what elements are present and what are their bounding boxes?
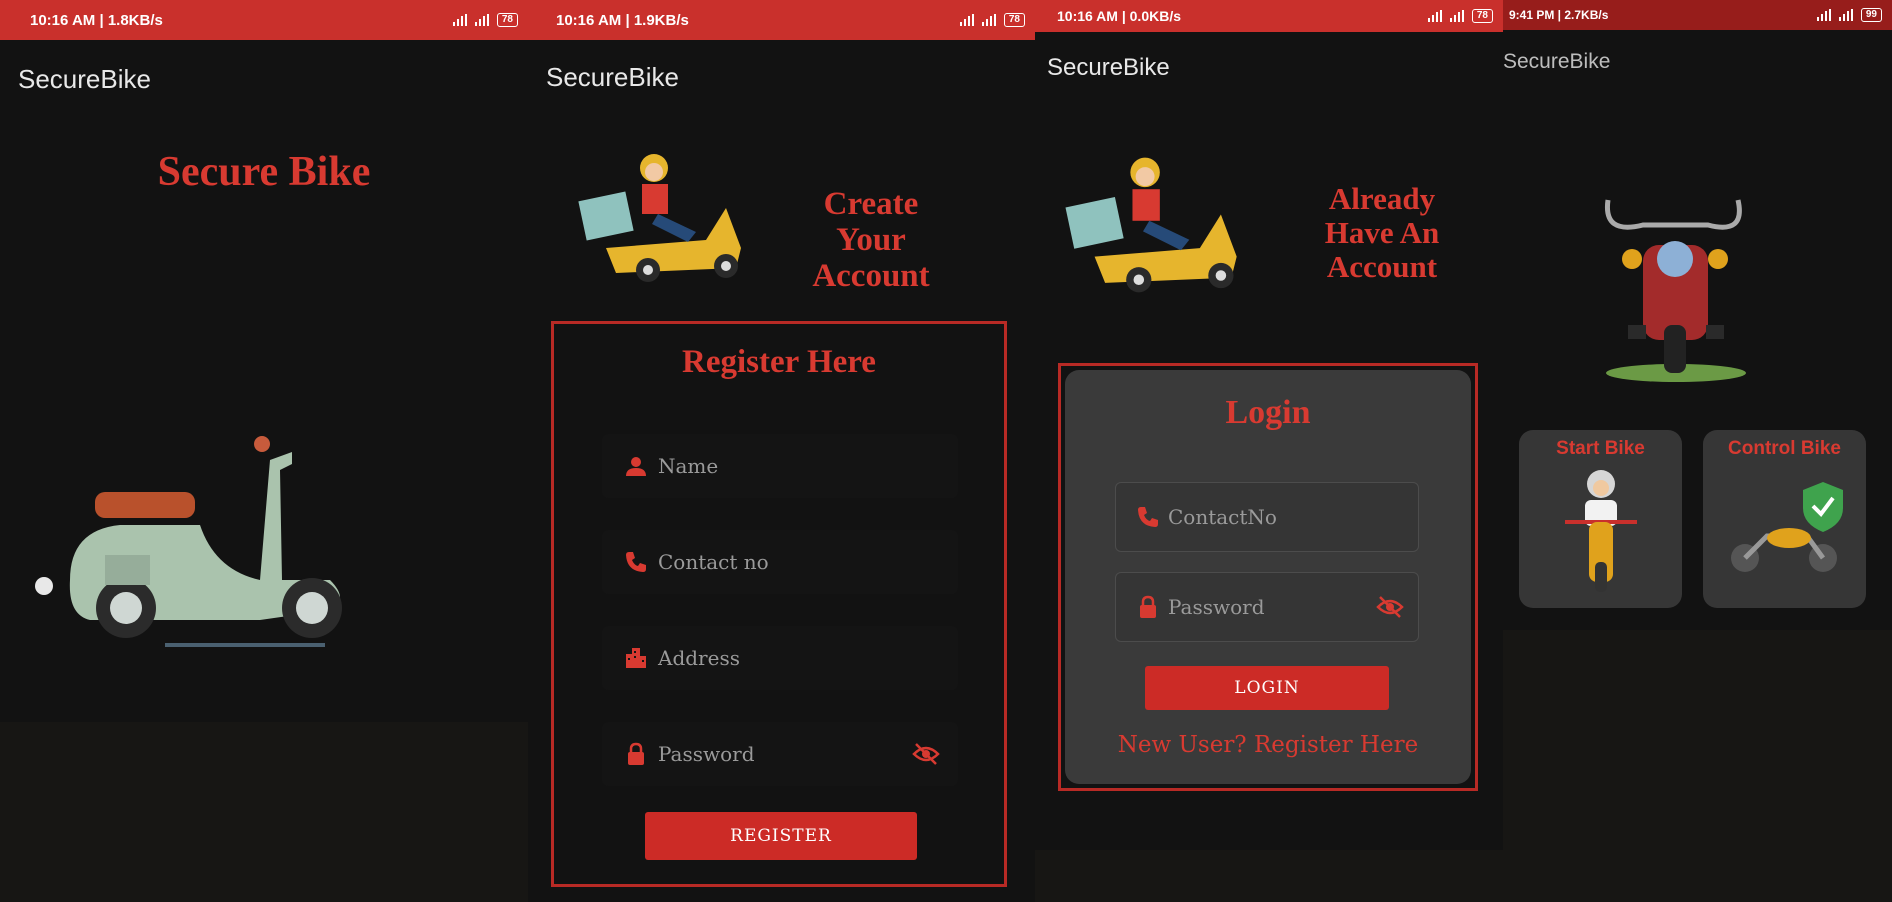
- status-bar: 10:16 AM | 1.8KB/s 78: [0, 0, 528, 40]
- login-title: Login: [1225, 394, 1311, 431]
- app-title: SecureBike: [546, 62, 679, 92]
- contact-field[interactable]: Contact no: [602, 530, 958, 594]
- contact-placeholder: Contact no: [658, 550, 769, 574]
- password-placeholder: Password: [1168, 595, 1265, 619]
- scooter-illustration: [35, 436, 342, 647]
- delivery-scooter-illustration: [1065, 157, 1237, 293]
- screen-dashboard: 9:41 PM | 2.7KB/s 99 SecureBike Start Bi…: [1503, 0, 1892, 630]
- login-card: Login ContactNo Password LOGIN New User?…: [1065, 370, 1471, 784]
- register-form: Register Here Name Contact no Address Pa…: [551, 321, 1007, 887]
- name-field[interactable]: Name: [602, 434, 958, 498]
- contact-placeholder: ContactNo: [1168, 505, 1277, 529]
- control-bike-card[interactable]: Control Bike: [1703, 430, 1866, 608]
- battery-icon: 78: [1003, 13, 1025, 27]
- contact-field[interactable]: ContactNo: [1115, 482, 1419, 552]
- app-title: SecureBike: [1503, 50, 1611, 73]
- shield-bike-icon: [1731, 482, 1843, 572]
- eye-off-icon[interactable]: [912, 742, 940, 766]
- address-placeholder: Address: [658, 646, 740, 670]
- status-time: 9:41 PM | 2.7KB/s: [1509, 8, 1609, 22]
- signal-icon: [474, 14, 491, 26]
- control-bike-label: Control Bike: [1728, 438, 1841, 459]
- signal-icon: [981, 14, 998, 26]
- login-heading: Already Have An Account: [1324, 181, 1440, 284]
- app-title: SecureBike: [18, 64, 151, 94]
- status-time: 10:16 AM | 1.8KB/s: [30, 11, 163, 29]
- status-bar: 9:41 PM | 2.7KB/s 99: [1503, 0, 1892, 30]
- register-link[interactable]: New User? Register Here: [1065, 732, 1471, 758]
- screen-login: 10:16 AM | 0.0KB/s 78 SecureBike Already…: [1035, 0, 1503, 850]
- phone-icon: [626, 552, 646, 572]
- status-time: 10:16 AM | 1.9KB/s: [556, 11, 689, 29]
- signal-icon: [1838, 9, 1855, 21]
- signal-icon: [1449, 10, 1466, 22]
- screen-register: 10:16 AM | 1.9KB/s 78 SecureBike Create …: [528, 0, 1035, 902]
- delivery-scooter-illustration: [578, 154, 741, 282]
- signal-icon: [452, 14, 469, 26]
- lock-icon: [1140, 595, 1156, 618]
- signal-icon: [1816, 9, 1833, 21]
- address-field[interactable]: Address: [602, 626, 958, 690]
- start-bike-label: Start Bike: [1556, 438, 1645, 459]
- eye-off-icon[interactable]: [1376, 595, 1404, 619]
- app-title: SecureBike: [1047, 54, 1170, 81]
- password-field[interactable]: Password: [1115, 572, 1419, 642]
- building-icon: [626, 648, 646, 668]
- signal-icon: [1427, 10, 1444, 22]
- status-bar: 10:16 AM | 0.0KB/s 78: [1035, 0, 1503, 32]
- battery-icon: 78: [1471, 9, 1493, 23]
- login-button[interactable]: LOGIN: [1145, 666, 1389, 710]
- start-bike-card[interactable]: Start Bike: [1519, 430, 1682, 608]
- splash-heading: Secure Bike: [157, 149, 371, 195]
- register-heading: Create Your Account: [812, 186, 930, 294]
- person-icon: [626, 457, 646, 476]
- motorcycle-illustration: [1604, 199, 1746, 382]
- rider-icon: [1565, 470, 1637, 592]
- password-placeholder: Password: [658, 742, 755, 766]
- lock-icon: [628, 742, 644, 765]
- register-button[interactable]: REGISTER: [645, 812, 917, 860]
- name-placeholder: Name: [658, 454, 719, 478]
- form-title: Register Here: [682, 344, 876, 380]
- status-time: 10:16 AM | 0.0KB/s: [1057, 8, 1182, 24]
- signal-icon: [959, 14, 976, 26]
- battery-icon: 99: [1860, 8, 1882, 22]
- screen-splash: 10:16 AM | 1.8KB/s 78 SecureBike Secure …: [0, 0, 528, 722]
- password-field[interactable]: Password: [602, 722, 958, 786]
- status-bar: 10:16 AM | 1.9KB/s 78: [528, 0, 1035, 40]
- battery-icon: 78: [496, 13, 518, 27]
- login-form-frame: Login ContactNo Password LOGIN New User?…: [1058, 363, 1478, 791]
- phone-icon: [1138, 507, 1158, 527]
